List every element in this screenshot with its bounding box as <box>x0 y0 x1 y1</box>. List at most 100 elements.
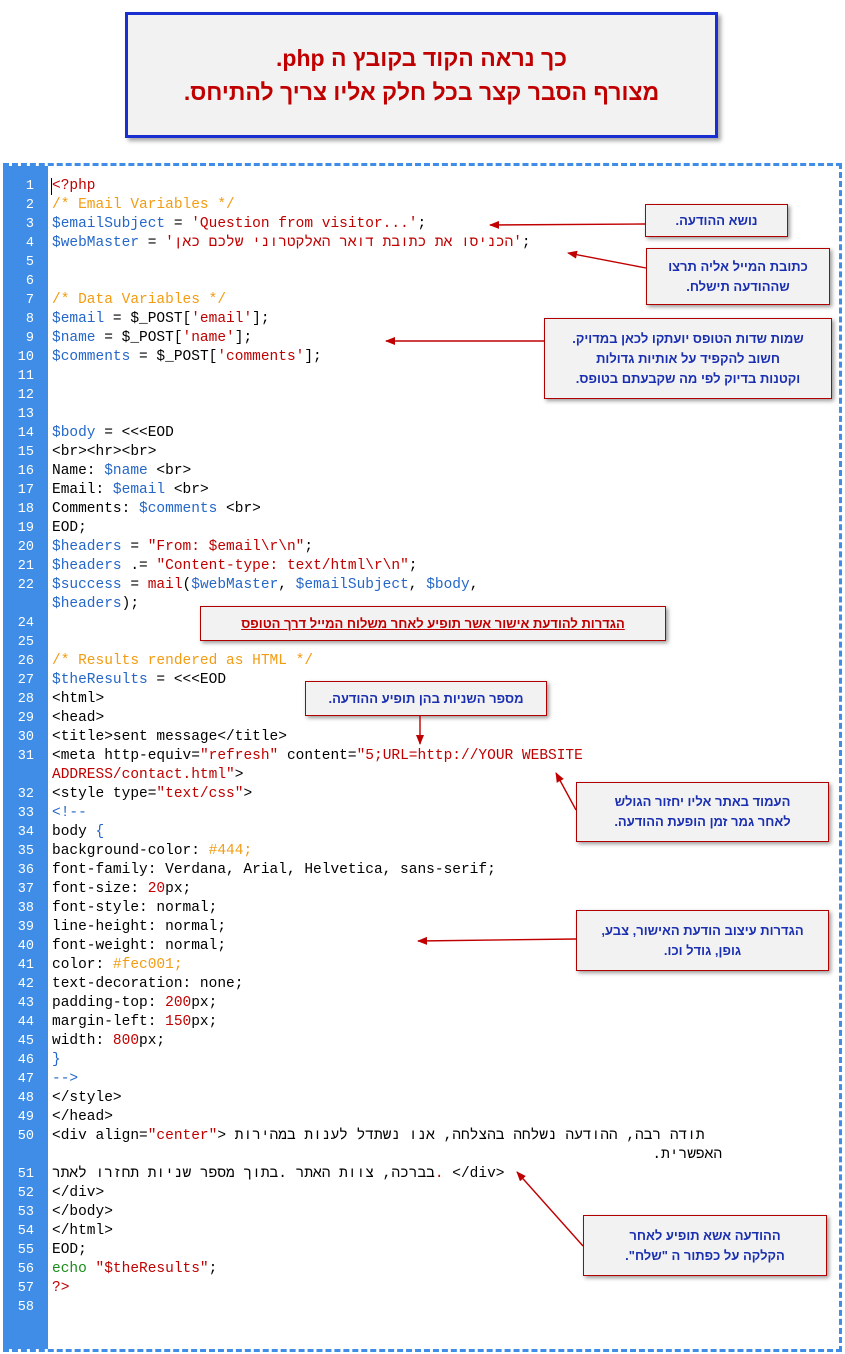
line-number: 15 <box>17 445 34 460</box>
line-number: 34 <box>17 825 34 840</box>
note-subject: נושא ההודעה. <box>645 204 788 237</box>
note-email-line-1: כתובת המייל אליה תרצו <box>668 258 808 274</box>
code-line: --> <box>52 1070 78 1089</box>
code-token: . <box>434 1166 444 1182</box>
code-token: ]; <box>252 311 270 327</box>
code-token: = $_POST[ <box>104 311 192 327</box>
code-token: #444; <box>208 843 253 859</box>
code-token: 800 <box>112 1033 140 1049</box>
code-token: $webMaster <box>191 577 279 593</box>
code-token: EOD; <box>52 1242 87 1258</box>
code-line: text-decoration: none; <box>52 975 243 994</box>
code-token: EOD; <box>52 520 87 536</box>
note-message: ההודעה אשא תופיע לאחר הקלקה על כפתור ה "… <box>583 1215 827 1276</box>
code-token: ( <box>182 577 192 593</box>
note-message-line-2: הקלקה על כפתור ה "שלח". <box>625 1247 785 1263</box>
code-token: text-decoration: none; <box>52 976 244 992</box>
note-style: הגדרות עיצוב הודעת האישור, צבע, גופן, גו… <box>576 910 829 971</box>
code-line: <div align="center"> תודה רבה, ההודעה נש… <box>52 1127 705 1146</box>
code-token: px; <box>139 1033 166 1049</box>
code-line: Name: $name <br> <box>52 462 191 481</box>
code-line: $body = <<<EOD <box>52 424 174 443</box>
code-token: <br><hr><br> <box>52 444 157 460</box>
header-line-2: מצורף הסבר קצר בכל חלק אליו צריך להתיחס. <box>183 79 660 105</box>
code-token: line-height: normal; <box>52 919 227 935</box>
code-token: "center" <box>147 1128 218 1144</box>
line-number: 42 <box>17 977 34 992</box>
line-number: 10 <box>17 350 34 365</box>
code-token: /* Results rendered as HTML */ <box>52 653 314 669</box>
code-token: px; <box>165 881 192 897</box>
code-token: = <box>121 539 148 555</box>
code-line: <br><hr><br> <box>52 443 156 462</box>
code-token: $emailSubject <box>295 577 409 593</box>
code-line: padding-top: 200px; <box>52 994 217 1013</box>
code-line: </html> <box>52 1222 113 1241</box>
code-token: body <box>52 824 96 840</box>
line-number: 56 <box>17 1262 34 1277</box>
code-line: <head> <box>52 709 104 728</box>
code-token: background-color: <box>52 843 209 859</box>
code-line: /* Email Variables */ <box>52 196 235 215</box>
code-line: $email = $_POST['email']; <box>52 310 270 329</box>
line-number: 36 <box>17 863 34 878</box>
line-number: 24 <box>17 616 34 631</box>
code-token: > תודה רבה, ההודעה נשלחה בהצלחה, אנו נשת… <box>217 1128 705 1144</box>
code-line: $name = $_POST['name']; <box>52 329 252 348</box>
code-line: Comments: $comments <br> <box>52 500 261 519</box>
code-token: $comments <box>52 349 131 365</box>
line-number: 53 <box>17 1205 34 1220</box>
code-token: content= <box>278 748 357 764</box>
code-token: .האפשרית <box>52 1147 723 1163</box>
code-token: </style> <box>52 1090 122 1106</box>
code-line: body { <box>52 823 104 842</box>
code-line: width: 800px; <box>52 1032 165 1051</box>
note-form-fields: שמות שדות הטופס יועתקו לכאן במדויק. חשוב… <box>544 318 832 399</box>
line-number: 12 <box>17 388 34 403</box>
code-token: 'email' <box>191 311 253 327</box>
code-token: , <box>469 577 479 593</box>
line-number: 28 <box>17 692 34 707</box>
line-number: 33 <box>17 806 34 821</box>
note-email-line-2: שההודעה תישלח. <box>686 278 790 294</box>
line-number: 57 <box>17 1281 34 1296</box>
note-confirmation-settings: הגדרות להודעת אישור אשר תופיע לאחר משלוח… <box>200 606 666 641</box>
note-fields-line-3: וקטנות בדיוק לפי מה שקבעתם בטופס. <box>575 370 801 386</box>
code-token: = <box>139 235 166 251</box>
code-token: --> <box>52 1071 79 1087</box>
code-token: { <box>95 824 105 840</box>
line-number: 44 <box>17 1015 34 1030</box>
line-number: 22 <box>17 578 34 593</box>
line-number: 46 <box>17 1053 34 1068</box>
code-token: <title>sent message</title> <box>52 729 287 745</box>
code-token: } <box>52 1052 61 1068</box>
line-number: 1 <box>25 179 34 194</box>
note-confirmation-text: הגדרות להודעת אישור אשר תופיע לאחר משלוח… <box>241 615 625 631</box>
code-token: $webMaster <box>52 235 140 251</box>
code-line: .האפשרית <box>52 1146 722 1165</box>
line-number: 39 <box>17 920 34 935</box>
note-fields-line-1: שמות שדות הטופס יועתקו לכאן במדויק. <box>572 330 804 346</box>
line-number: 58 <box>17 1300 34 1315</box>
code-line: EOD; <box>52 1241 87 1260</box>
code-token: $headers <box>52 596 122 612</box>
code-token: > <box>243 786 253 802</box>
line-number: 43 <box>17 996 34 1011</box>
code-token: $headers <box>52 558 122 574</box>
line-number: 11 <box>17 369 34 384</box>
code-token: "$theResults" <box>95 1261 209 1277</box>
line-number: 7 <box>25 293 34 308</box>
code-token: $headers <box>52 539 122 555</box>
code-token: $email <box>112 482 166 498</box>
line-number: 16 <box>17 464 34 479</box>
code-token: font-family: Verdana, Arial, Helvetica, … <box>52 862 496 878</box>
note-subject-text: נושא ההודעה. <box>675 212 758 228</box>
code-line: </div> <box>52 1184 104 1203</box>
code-token: "text/css" <box>156 786 244 802</box>
line-number: 51 <box>17 1167 34 1182</box>
code-token: 200 <box>165 995 192 1011</box>
line-number: 27 <box>17 673 34 688</box>
code-line: echo "$theResults"; <box>52 1260 217 1279</box>
code-line: line-height: normal; <box>52 918 226 937</box>
code-token: </div> <box>52 1185 105 1201</box>
